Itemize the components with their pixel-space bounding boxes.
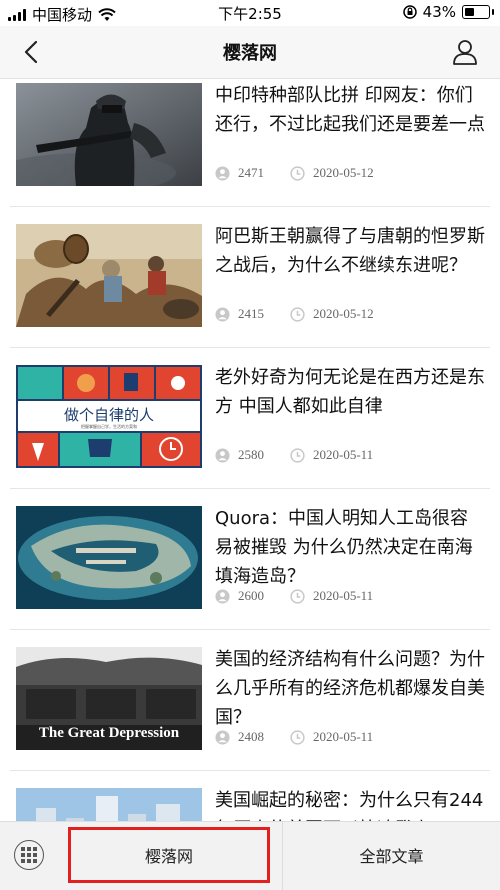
keyboard-icon[interactable] [14,840,44,870]
article-title[interactable]: 美国的经济结构有什么问题？为什么几乎所有的经济危机都爆发自美国？ [215,645,485,732]
article-title[interactable]: 阿巴斯王朝赢得了与唐朝的怛罗斯之战后，为什么不继续东进呢？ [215,222,485,280]
article-item[interactable]: The Great Depression 美国的经济结构有什么问题？为什么几乎所… [0,643,500,783]
view-count: 2408 [238,729,264,744]
publish-date: 2020-05-12 [313,165,374,180]
poster-title: 做个自律的人 [64,406,154,424]
battery-level [465,8,474,16]
photo-caption: The Great Depression [39,725,180,741]
view-count: 2580 [238,447,264,462]
nav-bar: 樱落网 [0,26,500,79]
poster-subtitle: 把握掌握自己学，生活的方案和 [81,423,137,429]
divider [10,206,490,207]
article-item[interactable]: 做个自律的人 把握掌握自己学，生活的方案和 老外好奇为何无论是在西方还是东方 中… [0,361,500,501]
article-title[interactable]: 老外好奇为何无论是在西方还是东方 中国人都如此自律 [215,363,485,421]
battery-icon [462,5,494,19]
view-count: 2415 [238,306,264,321]
chevron-left-icon[interactable] [18,38,46,66]
article-title[interactable]: 美国崛起的秘密：为什么只有244年历史的美国可以快速登上 [215,786,485,821]
article-title[interactable]: Quora：中国人明知人工岛很容易被摧毁 为什么仍然决定在南海填海造岛？ [215,504,485,591]
divider [10,770,490,771]
divider [10,488,490,489]
user-circle-icon [215,729,230,745]
battery-percent: 43% [422,3,456,21]
article-meta: 2580 2020-05-11 [215,447,373,463]
publish-date: 2020-05-12 [313,306,374,321]
article-meta: 2471 2020-05-12 [215,165,374,181]
publish-date: 2020-05-11 [313,729,374,744]
clock-icon [290,306,305,322]
user-circle-icon [215,447,230,463]
user-circle-icon [215,588,230,604]
divider [10,629,490,630]
article-item[interactable]: 阿巴斯王朝赢得了与唐朝的怛罗斯之战后，为什么不继续东进呢？ 2415 2020-… [0,220,500,360]
tab-home[interactable]: 樱落网 [68,827,270,883]
status-right: 43% [402,3,494,21]
soldier-photo [16,83,202,186]
article-item[interactable]: 美国崛起的秘密：为什么只有244年历史的美国可以快速登上 [0,784,500,821]
self-discipline-poster: 做个自律的人 把握掌握自己学，生活的方案和 [16,365,202,468]
article-item[interactable]: Quora：中国人明知人工岛很容易被摧毁 为什么仍然决定在南海填海造岛？ 260… [0,502,500,642]
article-title[interactable]: 中印特种部队比拼 印网友：你们还行，不过比起我们还是要差一点 [215,81,485,139]
artificial-island-aerial [16,506,202,609]
publish-date: 2020-05-11 [313,588,374,603]
clock-icon [290,447,305,463]
view-count: 2471 [238,165,264,180]
orientation-lock-icon [402,5,417,19]
clock-icon [290,729,305,745]
article-meta: 2600 2020-05-11 [215,588,373,604]
clock-icon [290,165,305,181]
user-circle-icon [215,306,230,322]
page-title: 樱落网 [223,43,277,64]
user-circle-icon [215,165,230,181]
article-item[interactable]: 中印特种部队比拼 印网友：你们还行，不过比起我们还是要差一点 2471 2020… [0,79,500,219]
clock-icon [290,588,305,604]
bottom-tab-bar: 樱落网 全部文章 [0,821,500,890]
great-depression-photo: The Great Depression [16,647,202,750]
user-icon[interactable] [452,38,478,66]
city-skyline [16,788,202,821]
battle-painting [16,224,202,327]
divider [10,347,490,348]
status-bar: 中国移动 下午2:55 43% [0,0,500,26]
tab-all-articles[interactable]: 全部文章 [283,827,500,883]
article-meta: 2415 2020-05-12 [215,306,374,322]
view-count: 2600 [238,588,264,603]
article-meta: 2408 2020-05-11 [215,729,373,745]
article-list[interactable]: 中印特种部队比拼 印网友：你们还行，不过比起我们还是要差一点 2471 2020… [0,79,500,821]
publish-date: 2020-05-11 [313,447,374,462]
